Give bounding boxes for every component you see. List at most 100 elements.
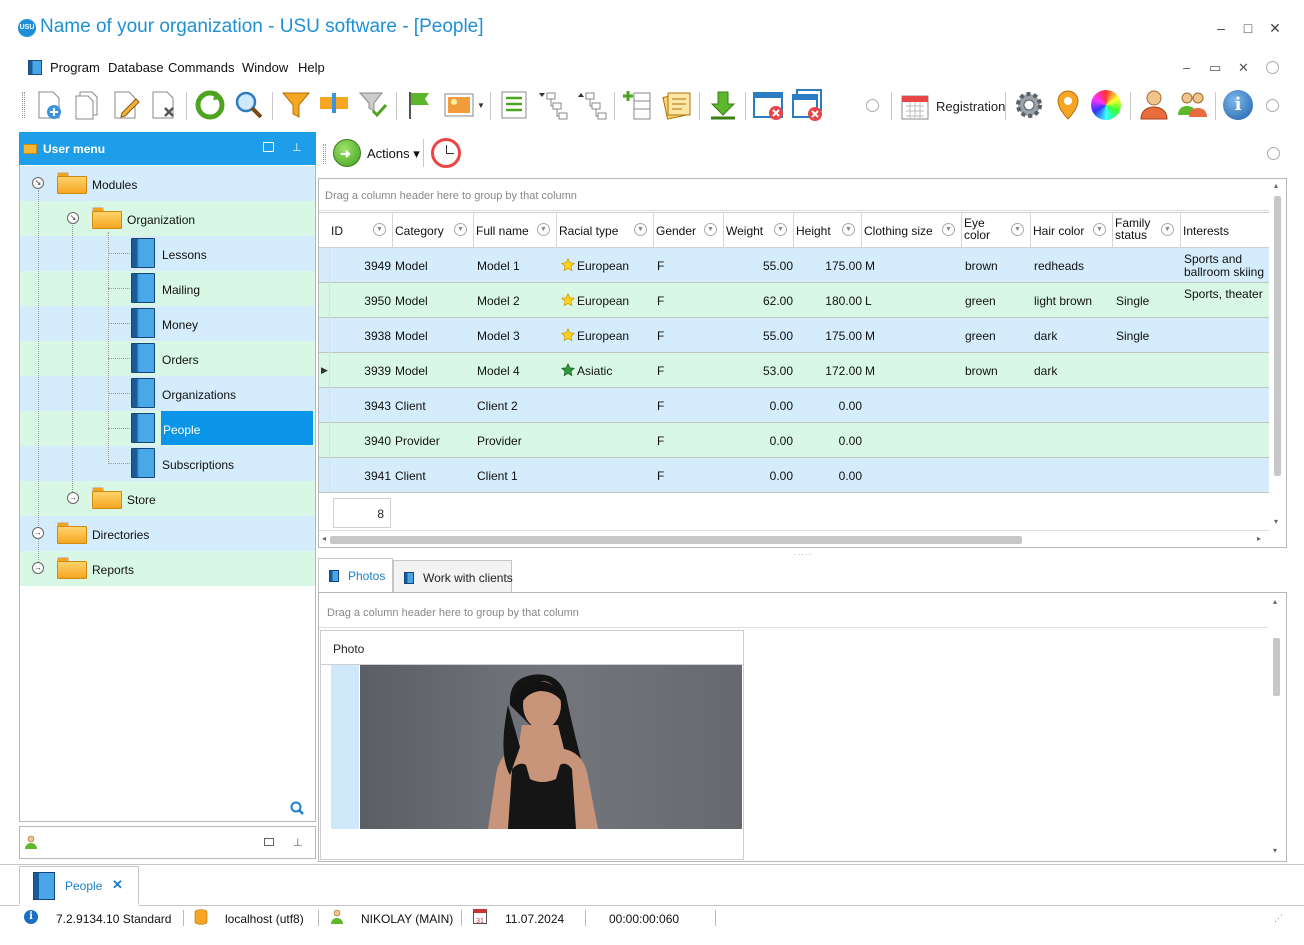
table-cell-cloth[interactable]: M — [865, 329, 925, 343]
table-cell-weight[interactable]: 55.00 — [726, 329, 793, 343]
table-cell-full-name[interactable]: Model 4 — [477, 364, 555, 378]
vertical-scroll-thumb[interactable] — [1274, 196, 1281, 476]
table-cell-racial[interactable]: European — [577, 294, 653, 308]
table-cell-eye[interactable]: green — [965, 294, 1025, 308]
column-header-full-name[interactable]: Full name ▼ — [474, 212, 557, 248]
vertical-scroll-thumb[interactable] — [1273, 638, 1280, 696]
table-cell-weight[interactable]: 0.00 — [726, 399, 793, 413]
collapse-modules-icon[interactable]: ↘ — [32, 177, 44, 189]
column-header-category[interactable]: Category ▼ — [393, 212, 474, 248]
column-header-racial-type[interactable]: Racial type ▼ — [557, 212, 654, 248]
menu-database[interactable]: Database — [108, 60, 164, 75]
tree-item-store[interactable]: Store — [127, 493, 156, 507]
table-cell-category[interactable]: Client — [395, 469, 473, 483]
scroll-down-icon[interactable]: ▾ — [1273, 846, 1277, 855]
table-cell-gender[interactable]: F — [657, 469, 717, 483]
copy-record-icon[interactable] — [71, 89, 103, 121]
mdi-restore-button[interactable]: ▭ — [1209, 60, 1221, 76]
table-cell-cloth[interactable]: M — [865, 259, 925, 273]
menu-program[interactable]: Program — [50, 60, 100, 75]
table-cell-racial[interactable]: European — [577, 259, 653, 273]
table-cell-category[interactable]: Model — [395, 364, 473, 378]
info-icon[interactable]: i — [1223, 90, 1253, 120]
table-cell-id[interactable]: 3943 — [335, 399, 391, 413]
menu-commands[interactable]: Commands — [168, 60, 234, 75]
table-cell-hair[interactable]: dark — [1034, 364, 1110, 378]
actions-button[interactable]: Actions ▾ — [367, 146, 420, 162]
add-record-icon[interactable] — [33, 89, 65, 121]
table-cell-category[interactable]: Model — [395, 294, 473, 308]
scroll-up-icon[interactable]: ▴ — [1274, 181, 1278, 190]
table-cell-height[interactable]: 0.00 — [796, 399, 862, 413]
table-cell-hair[interactable]: redheads — [1034, 259, 1110, 273]
settings-icon[interactable] — [1013, 89, 1045, 121]
table-cell-full-name[interactable]: Model 1 — [477, 259, 555, 273]
color-wheel-icon[interactable] — [1091, 90, 1121, 120]
table-cell-full-name[interactable]: Model 3 — [477, 329, 555, 343]
table-cell-weight[interactable]: 62.00 — [726, 294, 793, 308]
search-icon[interactable] — [290, 801, 304, 815]
filter-settings-icon[interactable] — [318, 89, 350, 121]
table-cell-cloth[interactable]: M — [865, 364, 925, 378]
filter-icon[interactable]: ▼ — [942, 223, 955, 236]
close-button[interactable]: ✕ — [1265, 18, 1285, 38]
table-cell-interests[interactable] — [1184, 463, 1268, 491]
table-cell-height[interactable]: 0.00 — [796, 434, 862, 448]
resize-grip-icon[interactable]: ⋰ — [1274, 913, 1283, 924]
float-panel-icon[interactable] — [264, 838, 274, 846]
toolbar-collapse-icon[interactable] — [866, 99, 879, 112]
table-cell-height[interactable]: 175.00 — [796, 329, 862, 343]
table-cell-height[interactable]: 172.00 — [796, 364, 862, 378]
photo-column-header[interactable] — [320, 630, 744, 665]
float-panel-icon[interactable] — [263, 142, 274, 152]
tree-item-money[interactable]: Money — [162, 318, 198, 332]
toolbar-end-collapse-icon[interactable] — [1266, 99, 1279, 112]
filter-icon[interactable] — [280, 89, 312, 121]
table-cell-hair[interactable]: dark — [1034, 329, 1110, 343]
table-cell-height[interactable]: 0.00 — [796, 469, 862, 483]
filter-icon[interactable]: ▼ — [704, 223, 717, 236]
app-menu-icon[interactable] — [28, 60, 42, 75]
table-cell-full-name[interactable]: Model 2 — [477, 294, 555, 308]
expand-reports-icon[interactable]: → — [32, 562, 44, 574]
close-tab-icon[interactable]: ✕ — [112, 877, 123, 893]
table-cell-hair[interactable]: light brown — [1034, 294, 1110, 308]
filter-icon[interactable]: ▼ — [454, 223, 467, 236]
location-icon[interactable] — [1052, 89, 1084, 121]
vertical-scrollbar[interactable] — [1269, 594, 1286, 860]
flag-icon[interactable] — [404, 89, 436, 121]
column-header-family-status[interactable]: Family status ▼ — [1113, 212, 1181, 248]
column-header-height[interactable]: Height ▼ — [794, 212, 862, 248]
delete-record-icon[interactable] — [148, 89, 180, 121]
tree-item-modules[interactable]: Modules — [92, 178, 137, 192]
person-photo[interactable] — [360, 665, 742, 829]
table-cell-interests[interactable] — [1184, 323, 1268, 351]
table-cell-full-name[interactable]: Provider — [477, 434, 555, 448]
table-cell-interests[interactable] — [1184, 358, 1268, 386]
tree-item-lessons[interactable]: Lessons — [162, 248, 207, 262]
table-cell-gender[interactable]: F — [657, 364, 717, 378]
search-icon[interactable] — [233, 89, 265, 121]
table-cell-gender[interactable]: F — [657, 294, 717, 308]
tree-row[interactable] — [20, 481, 315, 516]
mdi-close-button[interactable]: ✕ — [1238, 60, 1249, 76]
menu-collapse-icon[interactable] — [1266, 61, 1279, 74]
splitter-grip[interactable]: ····· — [794, 550, 812, 559]
tree-item-people[interactable]: People — [163, 423, 200, 437]
filter-icon[interactable]: ▼ — [842, 223, 855, 236]
table-cell-weight[interactable]: 0.00 — [726, 434, 793, 448]
table-cell-id[interactable]: 3938 — [335, 329, 391, 343]
table-cell-gender[interactable]: F — [657, 434, 717, 448]
scroll-left-icon[interactable]: ◂ — [322, 534, 326, 543]
filter-icon[interactable]: ▼ — [774, 223, 787, 236]
table-cell-racial[interactable]: European — [577, 329, 653, 343]
minimize-button[interactable]: – — [1211, 18, 1231, 38]
table-cell-interests[interactable]: Sports and ballroom skiing — [1184, 253, 1268, 281]
table-cell-category[interactable]: Model — [395, 259, 473, 273]
users-icon[interactable] — [1176, 89, 1208, 121]
calendar-icon[interactable] — [900, 91, 930, 121]
pin-icon[interactable]: ⊥ — [293, 836, 303, 849]
image-dropdown-arrow-icon[interactable]: ▼ — [477, 101, 485, 110]
notes-icon[interactable] — [661, 89, 693, 121]
filter-icon[interactable]: ▼ — [373, 223, 386, 236]
